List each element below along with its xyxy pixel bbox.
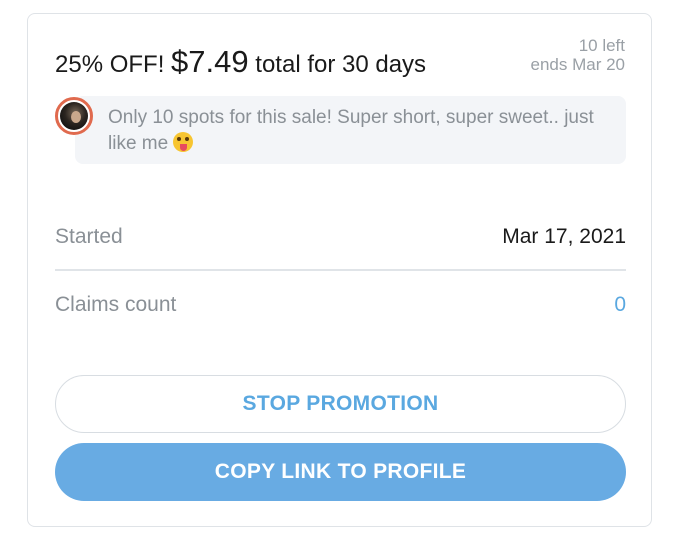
winking-face-with-tongue-icon xyxy=(173,132,194,152)
claims-row: Claims count 0 xyxy=(55,288,626,322)
claims-label: Claims count xyxy=(55,293,177,316)
promotion-headline: 25% OFF! $7.49 total for 30 days xyxy=(55,44,426,80)
promotion-card: 25% OFF! $7.49 total for 30 days 10 left… xyxy=(27,13,652,527)
stop-promotion-button[interactable]: STOP PROMOTION xyxy=(55,375,626,433)
claims-count-link[interactable]: 0 xyxy=(614,293,626,317)
remaining-count: 10 left xyxy=(578,36,625,55)
started-value: Mar 17, 2021 xyxy=(502,225,626,248)
started-row: Started Mar 17, 2021 xyxy=(55,220,626,254)
promotion-message: Only 10 spots for this sale! Super short… xyxy=(75,96,626,164)
duration-text: total for 30 days xyxy=(255,51,427,78)
avatar[interactable] xyxy=(55,97,93,135)
started-label: Started xyxy=(55,225,123,248)
copy-link-button[interactable]: COPY LINK TO PROFILE xyxy=(55,443,626,501)
end-date: ends Mar 20 xyxy=(530,55,626,74)
avatar-image xyxy=(60,102,88,130)
divider xyxy=(55,269,626,271)
promotion-meta: 10 left ends Mar 20 xyxy=(531,36,626,74)
price-text: $7.49 xyxy=(171,44,249,79)
discount-text: 25% OFF! xyxy=(55,51,165,78)
